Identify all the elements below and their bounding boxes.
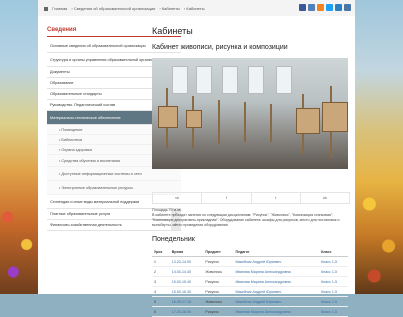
table-row: 5 16.35-17.15 Живопись Макейчик Андрей Юрье…	[152, 296, 348, 307]
table-cell: 1	[152, 256, 170, 267]
table-cell: 15.50-16.30	[169, 286, 204, 297]
table-cell: 6	[152, 306, 170, 317]
table-row: 6 17.20-18.00 Рисунок Иванова Марина Алекса…	[152, 306, 348, 317]
window	[172, 66, 188, 94]
window	[276, 66, 292, 94]
table-row: 4 15.50-16.30 Рисунок Макейчик Андрей Юрьев…	[152, 286, 348, 297]
twitter-icon[interactable]	[326, 4, 333, 11]
table-cell: 3	[152, 276, 170, 287]
easel-board	[296, 108, 320, 134]
column-header: Урок	[152, 248, 170, 257]
flowers-left	[0, 184, 38, 294]
sidebar-item-label: Платные образовательные услуги	[50, 212, 111, 216]
easel-board	[186, 110, 202, 128]
table-cell[interactable]: Класс 1-5	[319, 286, 348, 297]
sidebar-item-label: Образование	[50, 81, 74, 85]
share-facebook-button[interactable]: f	[202, 193, 252, 203]
column-header: Время	[169, 248, 204, 257]
facebook-icon[interactable]	[299, 4, 306, 11]
room-description: Площадь 70 м.кв. В кабинете проходят зан…	[152, 208, 348, 228]
sidebar-item-label: Финансово-хозяйственная деятельность	[50, 223, 122, 227]
home-icon[interactable]	[44, 6, 48, 11]
window	[196, 66, 212, 94]
table-cell: 13.20-14.00	[169, 256, 204, 267]
table-cell[interactable]: Иванова Марина Александровна	[233, 306, 320, 317]
table-cell[interactable]: Иванова Марина Александровна	[233, 266, 320, 277]
table-cell[interactable]: Иванова Марина Александровна	[233, 276, 320, 287]
vk-share-icon[interactable]	[344, 4, 351, 11]
share-twitter-button[interactable]: t	[252, 193, 301, 203]
table-cell: Рисунок	[203, 256, 234, 267]
top-bar: Главная › Сведения об образовательной орг…	[38, 0, 355, 17]
table-cell[interactable]: Класс 1-5	[319, 266, 348, 277]
sidebar-subitem[interactable]: • Доступные информационные системы и сет…	[47, 167, 181, 181]
table-cell: 2	[152, 266, 170, 277]
easel-board	[158, 106, 178, 128]
column-header: Класс	[319, 248, 348, 257]
table-cell[interactable]: Класс 1-5	[319, 306, 348, 317]
table-cell: Живопись	[203, 296, 234, 307]
easel	[218, 100, 220, 144]
vk-icon[interactable]	[308, 4, 315, 11]
social-links	[299, 4, 351, 11]
table-row: 2 14.00-14.40 Живопись Иванова Марина Алекс…	[152, 266, 348, 277]
breadcrumb: Главная › Сведения об образовательной орг…	[44, 6, 208, 11]
table-cell: Рисунок	[203, 276, 234, 287]
sidebar-item-label: Руководство. Педагогический состав	[50, 103, 116, 107]
breadcrumb-item: Кабинеты	[186, 6, 205, 11]
flowers-right	[355, 174, 403, 294]
table-cell[interactable]: Класс 1-5	[319, 276, 348, 287]
table-cell: 16.35-17.15	[169, 296, 204, 307]
table-row: 3 15.00-15.40 Рисунок Иванова Марина Алекса…	[152, 276, 348, 287]
share-vk-button[interactable]: vk	[153, 193, 203, 203]
table-cell[interactable]: Класс 1-5	[319, 256, 348, 267]
table-cell: 4	[152, 286, 170, 297]
sidebar-item-label: Стипендии и иные виды материальной подде…	[50, 199, 140, 204]
easel-board	[322, 102, 348, 132]
table-cell: Живопись	[203, 266, 234, 277]
section-title: Кабинет живописи, рисунка и композиции	[152, 44, 288, 51]
background-painting-left	[0, 0, 38, 294]
sidebar-item-label: Основные сведения об образовательной орг…	[50, 43, 146, 48]
breadcrumb-item[interactable]: Кабинеты	[162, 6, 180, 11]
schedule-table: Урок Время Предмет Педагог Класс 1 13.20-…	[152, 248, 348, 317]
share-bar: vk f t ok	[152, 192, 350, 204]
column-header: Педагог	[233, 248, 320, 257]
mail-icon[interactable]	[335, 4, 342, 11]
share-ok-button[interactable]: ok	[301, 193, 349, 203]
easel	[244, 102, 246, 142]
breadcrumb-item[interactable]: Сведения об образовательной организации	[74, 6, 156, 11]
breadcrumb-item[interactable]: Главная	[52, 6, 67, 11]
main-content: Кабинеты Кабинет живописи, рисунка и ком…	[152, 24, 350, 317]
table-row: 1 13.20-14.00 Рисунок Макейчик Андрей Юрьев…	[152, 256, 348, 267]
page-title: Кабинеты	[152, 26, 193, 36]
window	[222, 66, 238, 94]
table-cell[interactable]: Класс 1-5	[319, 296, 348, 307]
easel	[270, 104, 272, 142]
content-page: Сведения Основные сведения об образовате…	[38, 16, 355, 317]
table-cell[interactable]: Макейчик Андрей Юрьевич	[233, 256, 320, 267]
day-heading: Понедельник	[152, 236, 195, 243]
table-cell[interactable]: Макейчик Андрей Юрьевич	[233, 296, 320, 307]
odnoklassniki-icon[interactable]	[317, 4, 324, 11]
classroom-photo	[152, 58, 348, 169]
table-cell: Рисунок	[203, 286, 234, 297]
table-cell: 17.20-18.00	[169, 306, 204, 317]
table-cell[interactable]: Макейчик Андрей Юрьевич	[233, 286, 320, 297]
sidebar-item-label: Документы	[50, 70, 70, 74]
table-cell: Рисунок	[203, 306, 234, 317]
background-painting-right	[355, 0, 403, 294]
desc-line: мольберты, место проведения оборудования	[152, 223, 228, 227]
sidebar-item-label: Структура и органы управления образовате…	[50, 57, 164, 62]
table-cell: 5	[152, 296, 170, 307]
sidebar-item-label: Материально-техническое обеспечение	[50, 115, 121, 120]
window	[248, 66, 264, 94]
table-cell: 15.00-15.40	[169, 276, 204, 287]
column-header: Предмет	[203, 248, 234, 257]
sidebar-item-label: Образовательные стандарты	[50, 92, 102, 96]
table-cell: 14.00-14.40	[169, 266, 204, 277]
table-header-row: Урок Время Предмет Педагог Класс	[152, 248, 348, 257]
